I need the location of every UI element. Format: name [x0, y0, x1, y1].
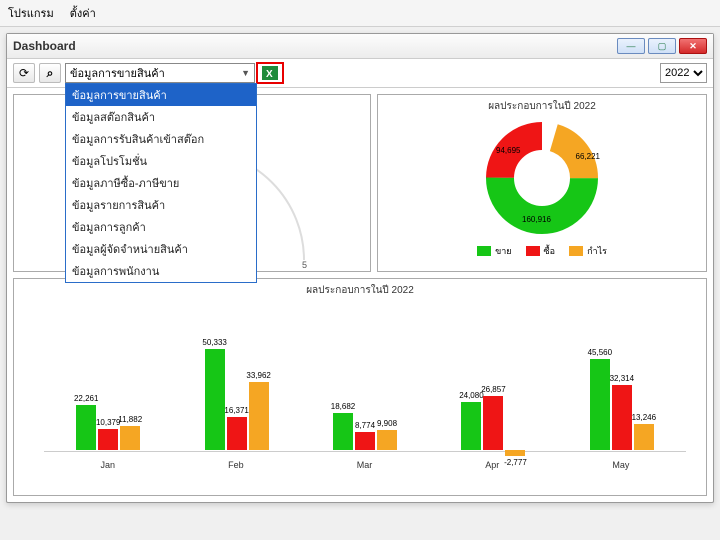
x-label: May: [612, 460, 629, 470]
month-group: 22,26110,37911,882: [44, 320, 172, 450]
dropdown-option[interactable]: ข้อมูลการขายสินค้า: [66, 84, 256, 106]
year-select[interactable]: 2022: [660, 63, 707, 83]
bar: 32,314: [612, 385, 632, 450]
donut-label-buy: 94,695: [496, 146, 520, 155]
minimize-button[interactable]: —: [617, 38, 645, 54]
titlebar: Dashboard — ▢ ✕: [7, 34, 713, 59]
donut-title: ผลประกอบการในปี 2022: [378, 95, 706, 118]
bar: 9,908: [377, 430, 397, 450]
month-group: 18,6828,7749,908: [301, 320, 429, 450]
month-group: 45,56032,31413,246: [558, 320, 686, 450]
bar-value: 24,080: [459, 391, 483, 400]
donut-label-profit: 66,221: [576, 152, 600, 161]
bar: 33,962: [249, 382, 269, 450]
dropdown-option[interactable]: ข้อมูลผู้จัดจำหน่ายสินค้า: [66, 238, 256, 260]
maximize-button[interactable]: ▢: [648, 38, 676, 54]
donut-chart: 160,916 94,695 66,221: [482, 118, 602, 238]
bar: 24,080: [461, 402, 481, 450]
menubar: โปรแกรม ตั้งค่า: [0, 0, 720, 27]
x-axis-line: [44, 451, 686, 452]
month-group: 50,33316,37133,962: [172, 320, 300, 450]
svg-text:X: X: [266, 69, 273, 80]
legend-label-buy: ซื้อ: [544, 244, 556, 258]
bar-value: 18,682: [331, 402, 355, 411]
legend-swatch-buy: [526, 246, 540, 256]
dropdown-option[interactable]: ข้อมูลการพนักงาน: [66, 260, 256, 282]
legend-swatch-profit: [569, 246, 583, 256]
bar-value: 45,560: [588, 348, 612, 357]
bar-value: 11,882: [118, 415, 142, 424]
bar-value: 9,908: [377, 419, 397, 428]
bar-value: 10,379: [96, 418, 120, 427]
donut-card: ผลประกอบการในปี 2022 160,916 94,695 66,2…: [377, 94, 707, 272]
x-label: Mar: [357, 460, 373, 470]
export-excel-button[interactable]: X: [259, 63, 281, 83]
bar-value: 26,857: [481, 385, 505, 394]
combo-value: ข้อมูลการขายสินค้า: [70, 64, 165, 82]
bar: 18,682: [333, 413, 353, 450]
bar-value: 33,962: [246, 371, 270, 380]
bar-value: 50,333: [202, 338, 226, 347]
magnifier-icon: ⌕: [47, 66, 54, 81]
dropdown-option[interactable]: ข้อมูลสต๊อกสินค้า: [66, 106, 256, 128]
gauge-max: 5: [302, 260, 307, 270]
bar: 45,560: [590, 359, 610, 450]
bar: 13,246: [634, 424, 654, 450]
bar: 8,774: [355, 432, 375, 450]
dropdown-option[interactable]: ข้อมูลการลูกค้า: [66, 216, 256, 238]
bar: 26,857: [483, 396, 503, 450]
find-button[interactable]: ⌕: [39, 63, 61, 83]
refresh-button[interactable]: ⟳: [13, 63, 35, 83]
refresh-icon: ⟳: [19, 66, 29, 80]
legend-swatch-sell: [477, 246, 491, 256]
window-title: Dashboard: [13, 39, 76, 53]
x-label: Feb: [228, 460, 244, 470]
bar: 16,371: [227, 417, 247, 450]
dropdown-option[interactable]: ข้อมูลภาษีซื้อ-ภาษีขาย: [66, 172, 256, 194]
legend-label-sell: ขาย: [495, 244, 511, 258]
bar: -2,777: [505, 450, 525, 456]
excel-icon: X: [259, 65, 281, 81]
close-button[interactable]: ✕: [679, 38, 707, 54]
bar-value: 16,371: [224, 406, 248, 415]
menu-settings[interactable]: ตั้งค่า: [70, 4, 96, 22]
dashboard-panel: Dashboard — ▢ ✕ ⟳ ⌕ ข้อมูลการขายสินค้า ▼…: [6, 33, 714, 503]
dropdown-option[interactable]: ข้อมูลการรับสินค้าเข้าสต๊อก: [66, 128, 256, 150]
dropdown-option[interactable]: ข้อมูลรายการสินค้า: [66, 194, 256, 216]
data-type-dropdown: ข้อมูลการขายสินค้าข้อมูลสต๊อกสินค้าข้อมู…: [65, 83, 257, 283]
bar-value: 13,246: [632, 413, 656, 422]
dropdown-option[interactable]: ข้อมูลโปรโมชั่น: [66, 150, 256, 172]
bar-value: 8,774: [355, 421, 375, 430]
bar-value: 32,314: [610, 374, 634, 383]
bar: 50,333: [205, 349, 225, 450]
donut-label-sell: 160,916: [522, 215, 551, 224]
x-label: Jan: [101, 460, 116, 470]
legend-label-profit: กำไร: [587, 244, 607, 258]
data-type-combo[interactable]: ข้อมูลการขายสินค้า ▼ ข้อมูลการขายสินค้าข…: [65, 63, 255, 83]
bars-card: ผลประกอบการในปี 2022 22,26110,37911,8825…: [13, 278, 707, 496]
bar-chart: 22,26110,37911,88250,33316,37133,96218,6…: [14, 302, 706, 472]
bar-value: 22,261: [74, 394, 98, 403]
x-label: Apr: [485, 460, 499, 470]
bar: 11,882: [120, 426, 140, 450]
year-select-wrap: 2022: [660, 63, 707, 83]
toolbar: ⟳ ⌕ ข้อมูลการขายสินค้า ▼ ข้อมูลการขายสิน…: [7, 59, 713, 88]
month-group: 24,08026,857-2,777: [429, 320, 557, 450]
menu-program[interactable]: โปรแกรม: [8, 4, 54, 22]
chevron-down-icon: ▼: [241, 68, 250, 78]
bar: 22,261: [76, 405, 96, 450]
bar: 10,379: [98, 429, 118, 450]
donut-legend: ขาย ซื้อ กำไร: [477, 244, 607, 258]
